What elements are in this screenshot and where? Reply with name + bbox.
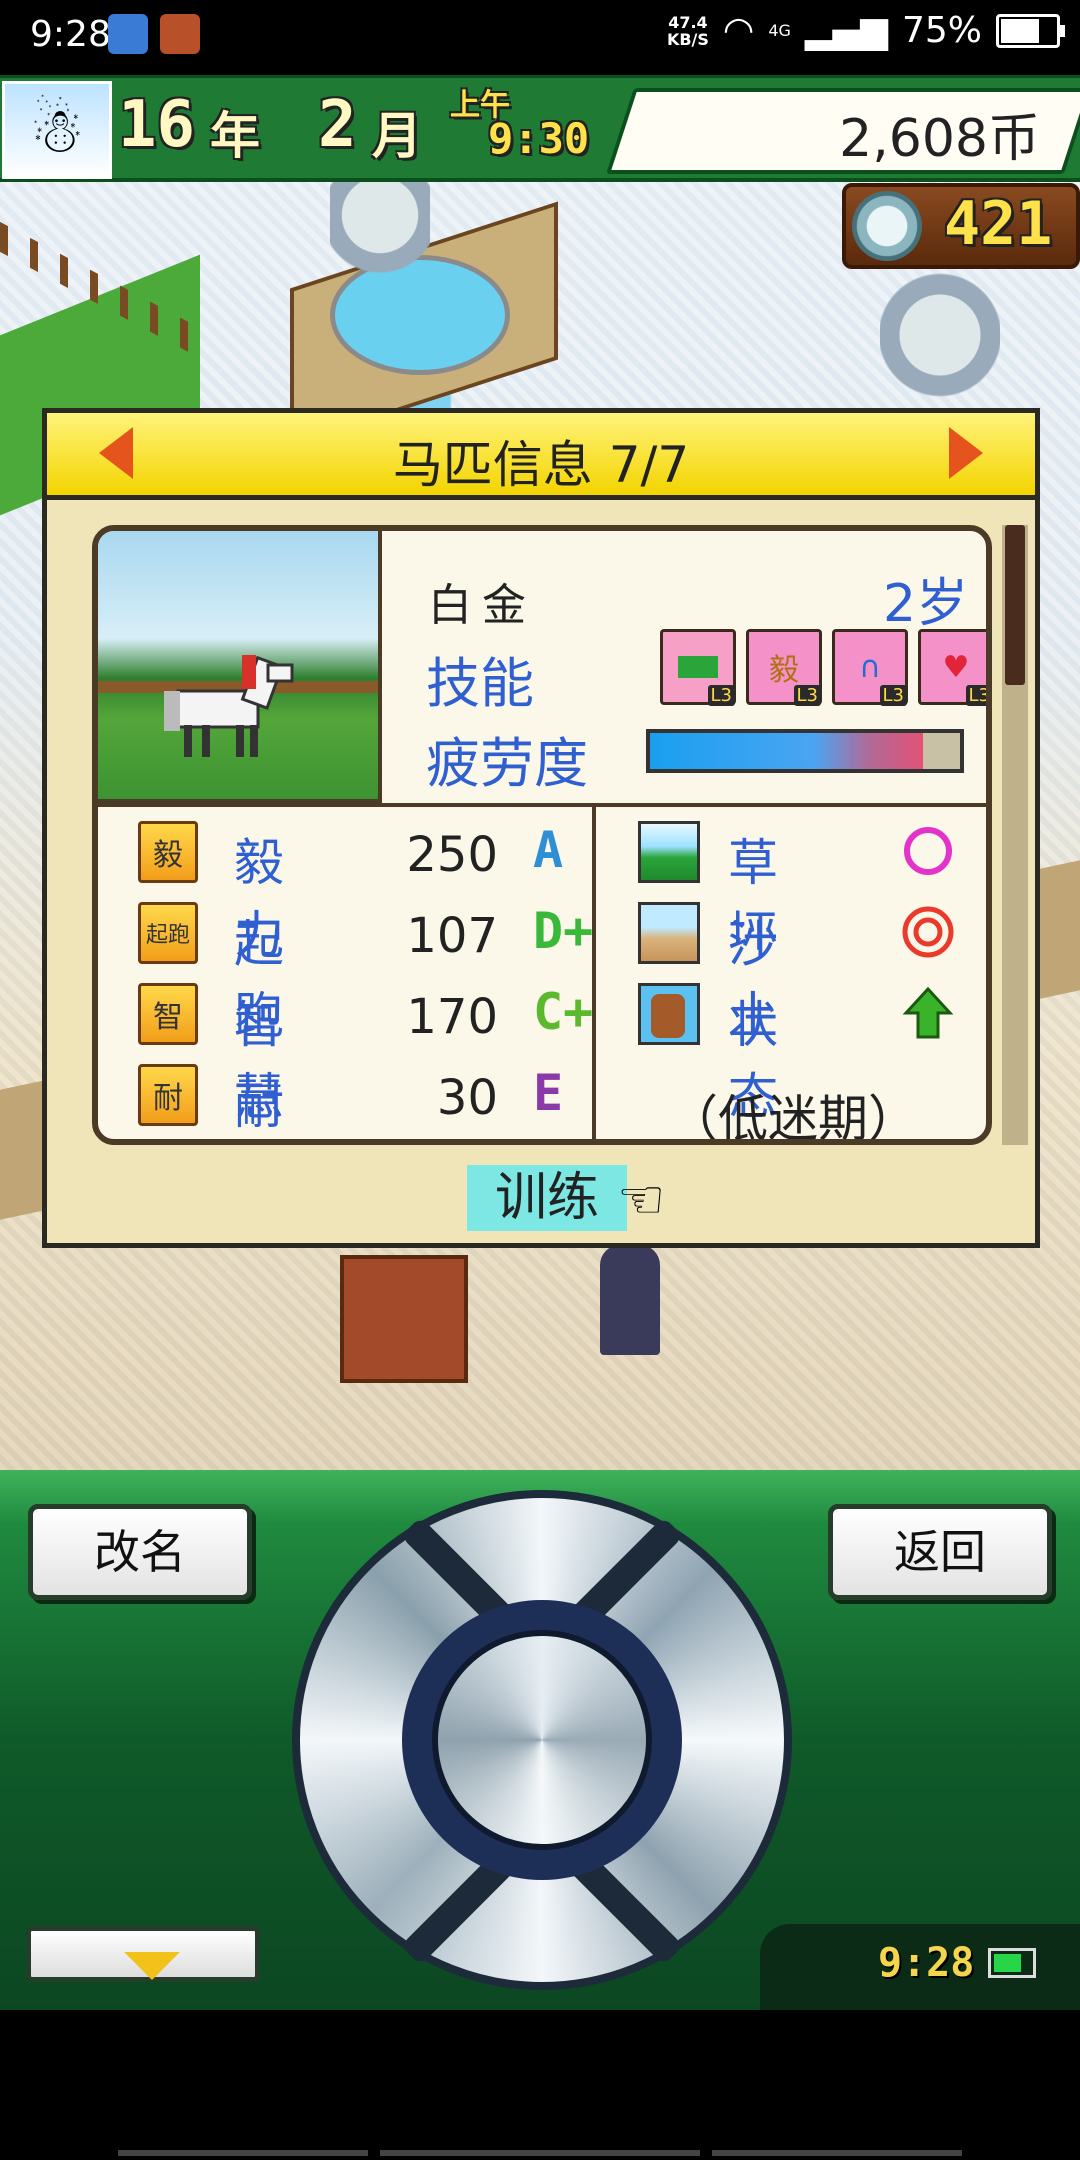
rename-button[interactable]: 改名 xyxy=(28,1504,252,1600)
scrollbar-thumb[interactable] xyxy=(1005,525,1025,685)
divider xyxy=(592,803,596,1139)
virtual-controller: 改名 返回 9:28 xyxy=(0,1470,1080,2010)
medal-count: 421 xyxy=(944,189,1053,259)
horse-icon xyxy=(164,655,294,757)
next-arrow-icon[interactable] xyxy=(949,427,983,479)
navigation-bar xyxy=(0,2010,1080,2160)
network-speed: 47.4 KB/S xyxy=(666,12,709,49)
signal-icon: ▂▄▆ xyxy=(804,10,888,51)
month-number: 2 xyxy=(318,88,357,162)
scrollbar[interactable] xyxy=(1002,525,1028,1145)
nav-segment[interactable] xyxy=(712,2150,962,2156)
grit-skill-icon[interactable]: 毅 L3 xyxy=(746,629,822,706)
stat-grade: C+ xyxy=(533,983,594,1041)
status-bar: 9:28 47.4 KB/S ◠ 4G ▂▄▆ 75% xyxy=(0,0,1080,75)
up-arrow-icon xyxy=(902,986,954,1039)
horse-info-dialog: 马匹信息 7/7 白金 2岁 技能 L3 毅 L3 ∩ L3 ♥ L3 疲劳度 … xyxy=(42,408,1040,1248)
fatigue-bar xyxy=(646,729,964,773)
stat-value: 107 xyxy=(406,908,498,964)
stat-grade: D+ xyxy=(533,902,594,960)
snow-tree xyxy=(880,255,1000,415)
condition-text: （低迷期） xyxy=(668,1090,918,1145)
stat-grade: A xyxy=(533,821,564,879)
turf-icon xyxy=(638,821,700,883)
stat-value: 250 xyxy=(406,827,498,883)
battery-percent: 75% xyxy=(901,10,982,51)
stat-grade: E xyxy=(533,1064,564,1122)
dirt-icon xyxy=(638,902,700,964)
shield-icon xyxy=(108,14,148,54)
horse-medal-icon xyxy=(852,191,922,261)
horse-info-panel: 白金 2岁 技能 L3 毅 L3 ∩ L3 ♥ L3 疲劳度 毅 毅力 250 xyxy=(92,525,992,1145)
month-unit: 月 xyxy=(372,107,422,165)
taobao-icon xyxy=(160,14,200,54)
battery-icon xyxy=(988,1948,1036,1978)
network-type: 4G xyxy=(768,21,791,40)
fatigue-fill xyxy=(650,733,923,769)
fatigue-label: 疲劳度 xyxy=(426,732,588,795)
double-circle-mark-icon xyxy=(902,906,954,958)
horse-portrait xyxy=(98,531,382,803)
stamina-badge-icon: 耐 xyxy=(138,1064,198,1126)
back-button[interactable]: 返回 xyxy=(828,1504,1052,1600)
stat-value: 30 xyxy=(436,1070,498,1126)
grass-skill-icon[interactable]: L3 xyxy=(660,629,736,706)
stable-building xyxy=(340,1255,468,1383)
heart-skill-icon[interactable]: ♥ L3 xyxy=(918,629,986,706)
chevron-down-icon xyxy=(124,1952,180,1980)
status-time: 9:28 xyxy=(30,14,111,55)
battery-icon xyxy=(996,13,1065,48)
nav-segment[interactable] xyxy=(118,2150,368,2156)
dpad-center-button[interactable] xyxy=(432,1630,652,1850)
game-time: 9:30 xyxy=(488,114,590,163)
snowman-avatar-icon[interactable]: ☃ xyxy=(2,81,112,179)
horse-age: 2岁 xyxy=(883,574,969,634)
horse-name: 白金 xyxy=(428,580,536,631)
horseshoe-skill-icon[interactable]: ∩ L3 xyxy=(832,629,908,706)
circle-mark-icon xyxy=(904,827,952,875)
medal-counter[interactable]: 421 xyxy=(842,183,1080,269)
wifi-icon: ◠ xyxy=(722,10,755,51)
trainer-character xyxy=(600,1245,660,1355)
stat-value: 170 xyxy=(406,989,498,1045)
skills-label: 技能 xyxy=(426,652,534,715)
stat-name: 耐力 xyxy=(234,1077,284,1135)
wisdom-badge-icon: 智 xyxy=(138,983,198,1045)
nav-segment[interactable] xyxy=(380,2150,700,2156)
start-badge-icon: 起跑 xyxy=(138,902,198,964)
train-button[interactable]: 训练 xyxy=(467,1165,627,1231)
year-number: 16 xyxy=(118,88,196,162)
grit-badge-icon: 毅 xyxy=(138,821,198,883)
money-amount: 2,608币 xyxy=(839,109,1040,169)
horse-face-icon xyxy=(638,983,700,1045)
device-clock: 9:28 xyxy=(878,1940,975,1986)
dialog-title-bar: 马匹信息 7/7 xyxy=(47,413,1035,500)
top-hud: ☃ 16 年 2 月 上午 9:30 2,608币 xyxy=(0,75,1080,182)
divider xyxy=(98,803,986,807)
dialog-title: 马匹信息 7/7 xyxy=(392,436,690,494)
year-unit: 年 xyxy=(210,107,260,165)
pointing-hand-icon: ☜ xyxy=(617,1168,666,1231)
